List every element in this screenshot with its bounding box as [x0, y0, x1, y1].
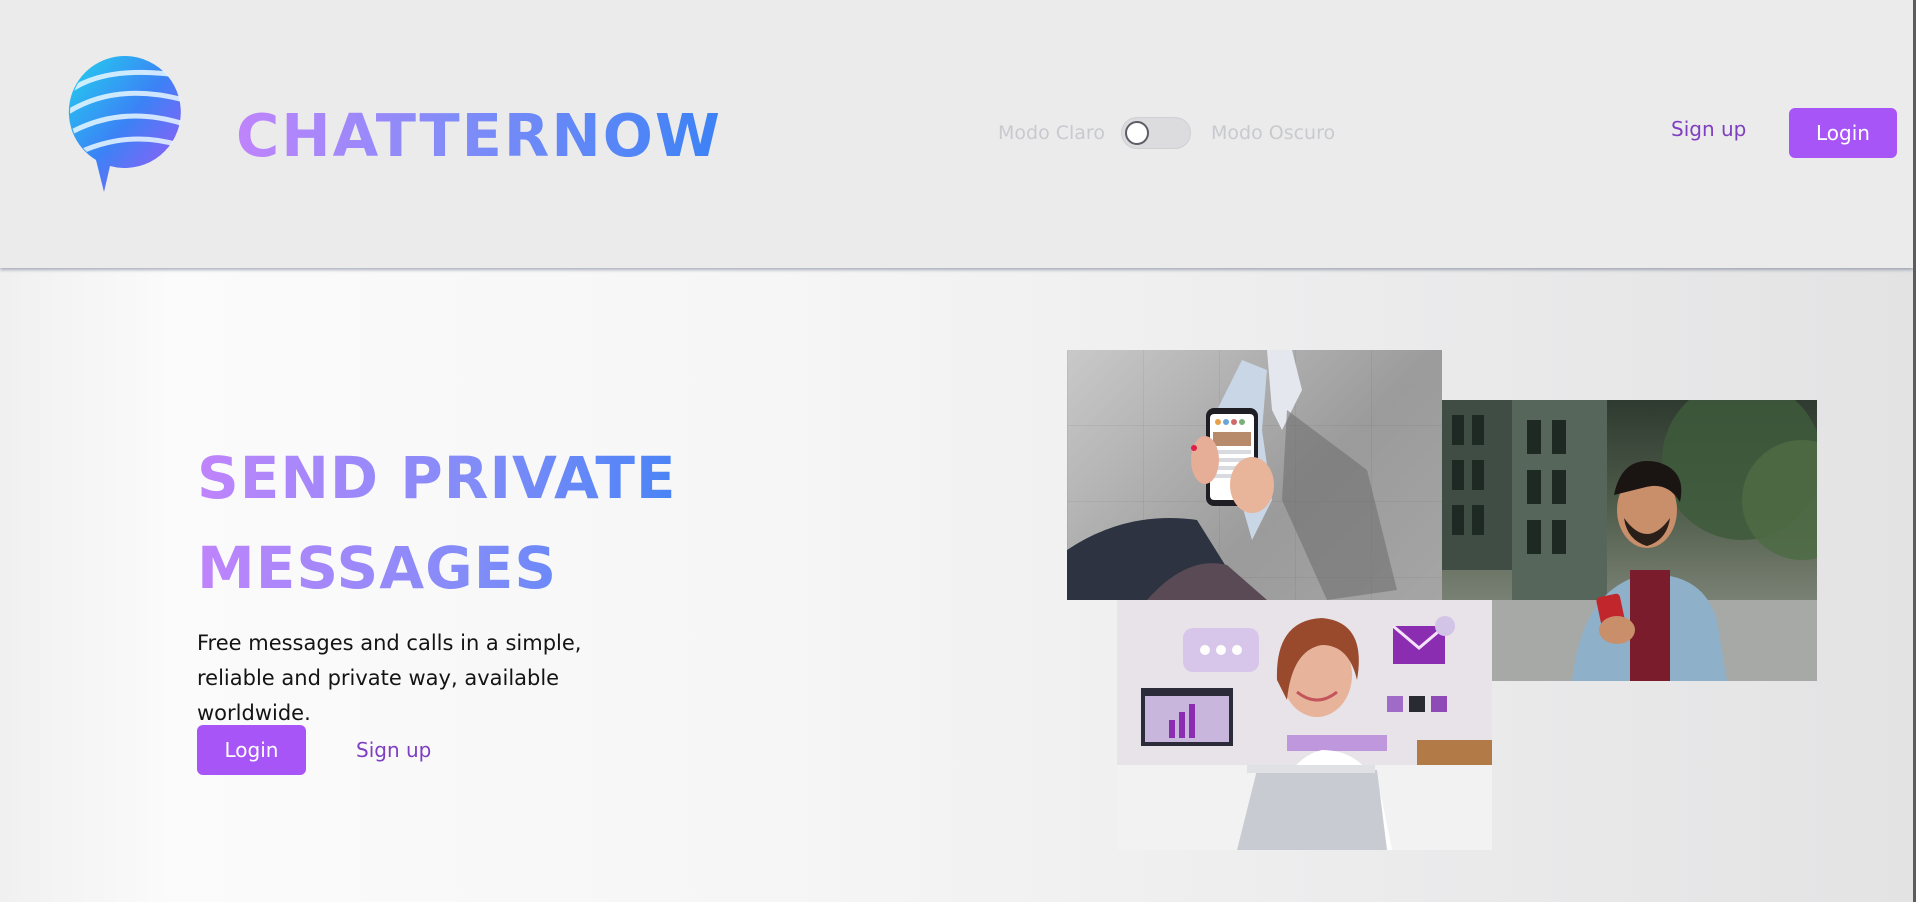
toggle-knob — [1125, 121, 1149, 145]
hero-signup-link[interactable]: Sign up — [356, 738, 431, 762]
light-mode-label: Modo Claro — [998, 122, 1105, 144]
chat-bubble-globe-icon[interactable] — [66, 52, 188, 196]
theme-toggle-switch[interactable] — [1121, 117, 1191, 149]
header-login-button[interactable]: Login — [1789, 108, 1897, 158]
header-signup-link[interactable]: Sign up — [1671, 117, 1746, 141]
dark-mode-label: Modo Oscuro — [1211, 122, 1336, 144]
phone-in-hand-photo — [1067, 350, 1442, 600]
hero-title-line-2: MESSAGES — [197, 534, 558, 602]
smiling-man-with-phone-photo — [1442, 400, 1817, 681]
hero-login-button[interactable]: Login — [197, 725, 306, 775]
brand-name[interactable]: CHATTERNOW — [236, 98, 722, 174]
hero-title-line-1: SEND PRIVATE — [197, 444, 677, 512]
site-header: CHATTERNOW Modo Claro Modo Oscuro Sign u… — [0, 0, 1913, 268]
theme-toggle-group: Modo Claro Modo Oscuro — [998, 116, 1335, 150]
hero-description: Free messages and calls in a simple, rel… — [197, 631, 582, 725]
hero-title: SEND PRIVATE MESSAGES — [197, 433, 757, 613]
woman-with-laptop-photo — [1117, 600, 1492, 850]
